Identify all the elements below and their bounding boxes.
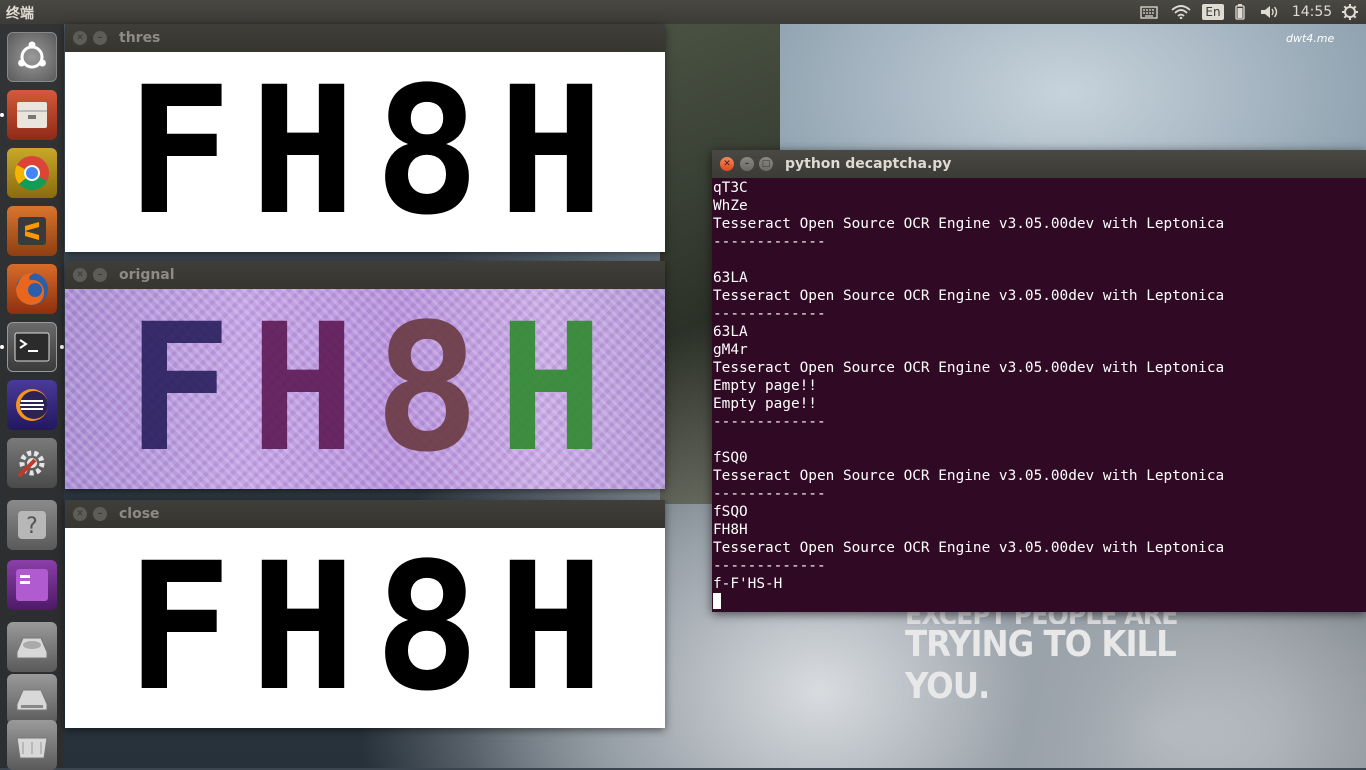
terminal-line: 63LA: [713, 270, 748, 286]
sublime-text-icon[interactable]: [7, 206, 57, 256]
window-title: close: [119, 506, 160, 522]
terminal-line: 63LA: [713, 324, 748, 340]
orignal-image: F H 8 H: [65, 289, 665, 489]
close-button[interactable]: ✕: [73, 268, 87, 282]
launcher: ?: [0, 24, 64, 770]
trash-icon[interactable]: [7, 720, 57, 770]
captcha-char: F: [126, 289, 232, 489]
terminal-line: WhZe: [713, 198, 748, 214]
window-title: orignal: [119, 267, 175, 283]
files-icon[interactable]: [7, 90, 57, 140]
terminal-line: Tesseract Open Source OCR Engine v3.05.0…: [713, 468, 1225, 484]
close-button[interactable]: ✕: [73, 31, 87, 45]
captcha-char: 8: [374, 52, 480, 252]
focused-indicator: [60, 345, 64, 349]
gear-icon[interactable]: [1338, 0, 1362, 24]
battery-icon[interactable]: [1232, 0, 1248, 24]
minimize-button[interactable]: –: [93, 268, 107, 282]
terminal-line: -------------: [713, 414, 826, 430]
terminal-output[interactable]: qT3C WhZe Tesseract Open Source OCR Engine…: [713, 179, 1366, 612]
captcha-char: F: [126, 528, 232, 728]
help-icon[interactable]: ?: [7, 500, 57, 550]
orignal-titlebar[interactable]: ✕ – orignal: [65, 261, 665, 289]
workspace-switcher-icon[interactable]: [7, 560, 57, 610]
terminal-window[interactable]: ✕ – □ python decaptcha.py qT3C WhZe Tesser…: [712, 150, 1366, 612]
terminal-cursor-line: [713, 593, 1366, 611]
terminal-cursor: [713, 593, 721, 609]
chrome-icon[interactable]: [7, 148, 57, 198]
drive-icon[interactable]: [7, 622, 57, 672]
wallpaper-watermark: dwt4.me: [1286, 32, 1335, 45]
close-window[interactable]: ✕ – close F H 8 H: [65, 500, 665, 728]
thres-image: F H 8 H: [65, 52, 665, 252]
clock[interactable]: 14:55: [1292, 0, 1332, 24]
running-indicator-terminal: [0, 345, 4, 349]
terminal-line: fSQO: [713, 504, 748, 520]
terminal-line: Tesseract Open Source OCR Engine v3.05.0…: [713, 288, 1225, 304]
wallpaper-slogan: EXCEPT PEOPLE ARE TRYING TO KILL YOU.: [905, 600, 1225, 708]
orignal-window[interactable]: ✕ – orignal F H 8 H: [65, 261, 665, 489]
active-app-title: 终端: [6, 6, 34, 22]
terminal-line: qT3C: [713, 180, 748, 196]
svg-text:?: ?: [26, 514, 38, 539]
top-panel: 终端 En 14:55: [0, 0, 1366, 24]
drive-icon-2[interactable]: [7, 674, 57, 724]
captcha-char: H: [250, 528, 356, 728]
terminal-line: gM4r: [713, 342, 748, 358]
close-button[interactable]: ✕: [73, 507, 87, 521]
captcha-char: 8: [374, 289, 480, 489]
window-title: python decaptcha.py: [785, 156, 952, 172]
terminal-line: fSQ0: [713, 450, 748, 466]
eclipse-icon[interactable]: [7, 380, 57, 430]
minimize-button[interactable]: –: [93, 31, 107, 45]
terminal-line: Tesseract Open Source OCR Engine v3.05.0…: [713, 360, 1225, 376]
close-titlebar[interactable]: ✕ – close: [65, 500, 665, 528]
terminal-line: Empty page!!: [713, 396, 817, 412]
terminal-titlebar[interactable]: ✕ – □ python decaptcha.py: [712, 150, 1366, 178]
window-title: thres: [119, 30, 161, 46]
running-indicator: [0, 113, 4, 117]
terminal-line: -------------: [713, 234, 826, 250]
thres-titlebar[interactable]: ✕ – thres: [65, 24, 665, 52]
wifi-icon[interactable]: [1170, 0, 1192, 24]
minimize-button[interactable]: –: [93, 507, 107, 521]
wallpaper-slogan-line2: TRYING TO KILL YOU.: [905, 624, 1177, 707]
maximize-button[interactable]: □: [759, 157, 773, 171]
terminal-line: -------------: [713, 306, 826, 322]
terminal-line: FH8H: [713, 522, 748, 538]
ubuntu-dash-icon[interactable]: [7, 32, 57, 82]
terminal-line: Empty page!!: [713, 378, 817, 394]
terminal-line: -------------: [713, 486, 826, 502]
captcha-char: H: [498, 289, 604, 489]
close-button[interactable]: ✕: [720, 157, 734, 171]
volume-icon[interactable]: [1258, 0, 1282, 24]
terminal-line: -------------: [713, 558, 826, 574]
keyboard-icon[interactable]: [1138, 0, 1160, 24]
captcha-char: H: [250, 289, 356, 489]
terminal-icon[interactable]: [7, 322, 57, 372]
language-indicator[interactable]: En: [1201, 0, 1225, 24]
captcha-char: H: [250, 52, 356, 252]
close-image: F H 8 H: [65, 528, 665, 728]
system-settings-icon[interactable]: [7, 438, 57, 488]
firefox-icon[interactable]: [7, 264, 57, 314]
captcha-char: H: [498, 528, 604, 728]
terminal-line: Tesseract Open Source OCR Engine v3.05.0…: [713, 540, 1225, 556]
minimize-button[interactable]: –: [740, 157, 754, 171]
terminal-line: Tesseract Open Source OCR Engine v3.05.0…: [713, 216, 1225, 232]
thres-window[interactable]: ✕ – thres F H 8 H: [65, 24, 665, 252]
captcha-char: F: [126, 52, 232, 252]
captcha-char: 8: [374, 528, 480, 728]
captcha-char: H: [498, 52, 604, 252]
terminal-line: f-F'HS-H: [713, 576, 783, 592]
